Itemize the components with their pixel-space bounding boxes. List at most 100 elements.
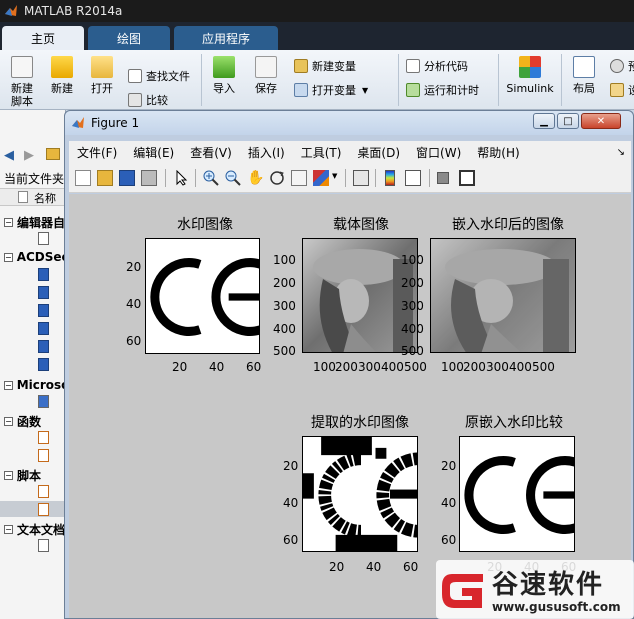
chevron-down-icon[interactable]: ▼	[332, 172, 337, 180]
script-file-icon[interactable]	[38, 485, 49, 498]
collapse-icon: −	[4, 470, 13, 480]
y-tick-label: 400	[401, 322, 424, 336]
print-icon[interactable]	[141, 170, 157, 186]
rotate-3d-icon[interactable]	[269, 170, 285, 186]
data-cursor-icon[interactable]	[291, 170, 307, 186]
new-button[interactable]: 新建	[42, 56, 82, 95]
toolbar-separator	[375, 169, 376, 187]
run-and-time-button[interactable]: 运行和计时	[406, 82, 479, 98]
legend-icon[interactable]	[405, 170, 421, 186]
collapse-icon: −	[4, 380, 13, 390]
menu-window[interactable]: 窗口(W)	[408, 144, 469, 161]
close-button[interactable]: ✕	[581, 113, 621, 129]
set-path-button[interactable]: 设	[610, 82, 634, 98]
function-file-icon[interactable]	[38, 449, 49, 462]
zoom-out-icon[interactable]	[225, 170, 241, 186]
bmp-file-icon[interactable]	[38, 358, 49, 371]
find-files-label: 查找文件	[146, 70, 190, 83]
save-workspace-button[interactable]: 保存	[246, 56, 286, 95]
open-button[interactable]: 打开	[82, 56, 122, 95]
ce-watermark-image	[150, 258, 259, 336]
dock-arrow-icon[interactable]: ↘	[617, 147, 625, 158]
import-button[interactable]: 导入	[204, 56, 244, 95]
menu-insert[interactable]: 插入(I)	[240, 144, 293, 161]
find-files-button[interactable]: 查找文件	[128, 68, 190, 84]
bmp-file-icon[interactable]	[38, 286, 49, 299]
forward-arrow-icon[interactable]: ▶	[24, 148, 34, 163]
group-editor[interactable]: − 编辑器自	[0, 213, 66, 231]
y-tick-label: 40	[283, 496, 299, 510]
x-tick-label: 40	[366, 560, 382, 574]
new-variable-label: 新建变量	[312, 60, 356, 73]
pan-hand-icon[interactable]: ✋	[247, 170, 264, 186]
group-functions[interactable]: − 函数	[0, 412, 66, 430]
function-file-icon[interactable]	[38, 431, 49, 444]
open-label: 打开	[91, 82, 113, 95]
tab-plots[interactable]: 绘图	[88, 26, 170, 50]
folder-up-icon[interactable]	[46, 148, 60, 160]
link-plot-icon[interactable]	[353, 170, 369, 186]
new-script-button[interactable]: 新建 脚本	[2, 56, 42, 108]
group-acdsee[interactable]: − ACDSee	[0, 248, 66, 266]
bmp-file-icon[interactable]	[38, 322, 49, 335]
doc-file-icon[interactable]	[38, 395, 49, 408]
y-tick-label: 100	[273, 253, 296, 267]
extracted-axes	[302, 436, 418, 552]
y-tick-label: 500	[273, 344, 296, 358]
compare-button[interactable]: 比较	[128, 92, 168, 108]
minimize-button[interactable]: ▁	[533, 113, 555, 129]
menu-desktop[interactable]: 桌面(D)	[349, 144, 408, 161]
brand-logo-icon	[442, 574, 483, 608]
bmp-file-icon[interactable]	[38, 340, 49, 353]
preferences-button[interactable]: 预	[610, 58, 634, 74]
x-tick-label: 100	[313, 360, 336, 374]
group-microsoft[interactable]: − Microso	[0, 376, 66, 394]
x-tick-label: 300	[486, 360, 509, 374]
text-file-icon[interactable]	[38, 539, 49, 552]
matlab-logo-icon	[5, 5, 17, 16]
toolbar-separator	[165, 169, 166, 187]
collapse-icon: −	[4, 524, 13, 534]
show-plot-tools-icon[interactable]	[459, 170, 475, 186]
menu-edit[interactable]: 编辑(E)	[125, 144, 182, 161]
save-workspace-icon	[255, 56, 277, 78]
colorbar-icon[interactable]	[385, 170, 395, 186]
back-arrow-icon[interactable]: ◀	[4, 148, 14, 163]
brand-name: 谷速软件	[492, 570, 605, 600]
tab-home[interactable]: 主页	[2, 26, 84, 50]
analyze-code-button[interactable]: 分析代码	[406, 58, 468, 74]
subplot-title: 原嵌入水印比较	[465, 415, 563, 431]
import-label: 导入	[213, 82, 235, 95]
y-tick-label: 100	[401, 253, 424, 267]
import-arrow-icon	[213, 56, 235, 78]
y-tick-label: 500	[401, 344, 424, 358]
brush-icon[interactable]	[313, 170, 329, 186]
menu-file[interactable]: 文件(F)	[69, 144, 125, 161]
new-variable-button[interactable]: 新建变量	[294, 58, 356, 74]
file-icon	[38, 232, 49, 245]
selected-file-row[interactable]	[0, 501, 66, 517]
script-file-icon[interactable]	[38, 503, 49, 516]
bmp-file-icon[interactable]	[38, 304, 49, 317]
bmp-file-icon[interactable]	[38, 268, 49, 281]
save-icon[interactable]	[119, 170, 135, 186]
menu-tools[interactable]: 工具(T)	[293, 144, 350, 161]
menu-help[interactable]: 帮助(H)	[469, 144, 527, 161]
tab-apps[interactable]: 应用程序	[174, 26, 278, 50]
hide-plot-tools-icon[interactable]	[437, 172, 449, 184]
group-text-docs[interactable]: − 文本文档	[0, 520, 66, 538]
open-variable-button[interactable]: 打开变量 ▼	[294, 82, 368, 98]
open-file-icon[interactable]	[97, 170, 113, 186]
group-scripts[interactable]: − 脚本	[0, 466, 66, 484]
group-label: ACDSee	[16, 250, 66, 264]
name-column-header[interactable]: 名称	[0, 188, 66, 206]
layout-button[interactable]: 布局	[564, 56, 604, 95]
simulink-button[interactable]: Simulink	[504, 56, 556, 95]
pointer-icon[interactable]	[173, 170, 189, 186]
menu-view[interactable]: 查看(V)	[182, 144, 240, 161]
zoom-in-icon[interactable]	[203, 170, 219, 186]
new-script-icon	[11, 56, 33, 78]
maximize-button[interactable]: □	[557, 113, 579, 129]
matlab-title-bar: MATLAB R2014a	[0, 0, 634, 22]
new-figure-icon[interactable]	[75, 170, 91, 186]
